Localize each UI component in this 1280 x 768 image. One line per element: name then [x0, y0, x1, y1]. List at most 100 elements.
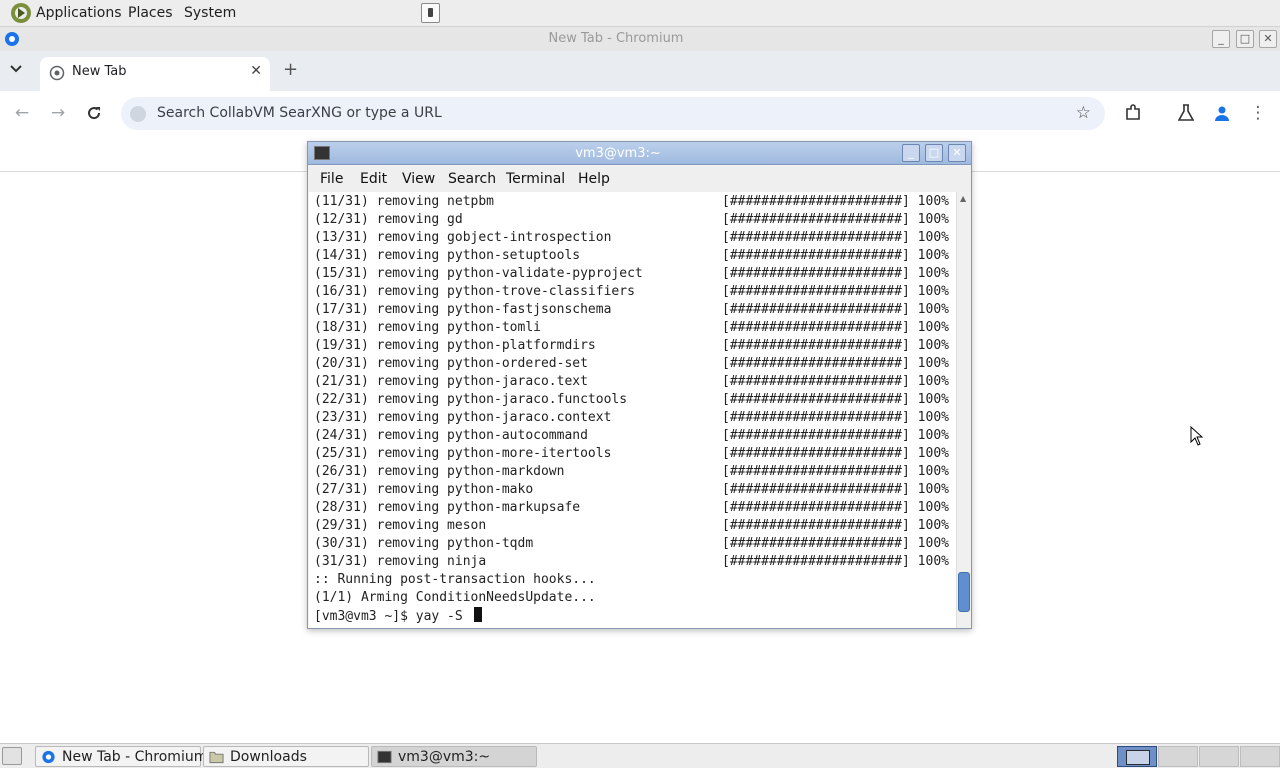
terminal-window[interactable]: vm3@vm3:~ _ □ ✕ File Edit View Search Te… [307, 141, 972, 629]
workspace-3[interactable] [1199, 746, 1239, 767]
menu-terminal[interactable]: Terminal [506, 171, 565, 187]
terminal-menubar: File Edit View Search Terminal Help [308, 166, 971, 192]
progress-bar-text: [######################] 100% [722, 464, 949, 479]
terminal-line: (19/31) removing python-platformdirs [314, 338, 596, 353]
progress-bar-text: [######################] 100% [722, 428, 949, 443]
progress-bar-text: [######################] 100% [722, 266, 949, 281]
labs-flask-icon[interactable] [1175, 102, 1197, 124]
progress-bar-text: [######################] 100% [722, 302, 949, 317]
terminal-line: (15/31) removing python-validate-pyproje… [314, 266, 643, 281]
menu-file[interactable]: File [320, 171, 343, 187]
workspace-1[interactable] [1117, 746, 1157, 767]
progress-bar-text: [######################] 100% [722, 338, 949, 353]
terminal-line: (22/31) removing python-jaraco.functools [314, 392, 628, 407]
scroll-up-arrow-icon[interactable]: ▲ [960, 194, 966, 203]
applications-logo-icon[interactable] [10, 2, 32, 24]
progress-bar-text: [######################] 100% [722, 320, 949, 335]
taskbar-item-terminal[interactable]: vm3@vm3:~ [371, 746, 537, 767]
workspace-4[interactable] [1240, 746, 1280, 767]
address-bar-placeholder: Search CollabVM SearXNG or type a URL [157, 105, 442, 121]
progress-bar-text: [######################] 100% [722, 284, 949, 299]
progress-bar-text: [######################] 100% [722, 356, 949, 371]
back-arrow-icon[interactable]: ← [11, 102, 33, 124]
extensions-puzzle-icon[interactable] [1122, 102, 1144, 124]
terminal-prompt[interactable]: [vm3@vm3 ~]$ yay -S [314, 607, 482, 625]
folder-icon [209, 751, 224, 764]
maximize-button[interactable]: □ [1236, 30, 1254, 48]
progress-bar-text: [######################] 100% [722, 248, 949, 263]
terminal-title: vm3@vm3:~ [575, 146, 661, 161]
terminal-line: (26/31) removing python-markdown [314, 464, 565, 479]
mouse-pointer-icon [1190, 426, 1204, 446]
address-bar[interactable]: Search CollabVM SearXNG or type a URL ☆ [121, 97, 1105, 130]
scrollbar-thumb[interactable] [958, 572, 970, 612]
progress-bar-text: [######################] 100% [722, 500, 949, 515]
progress-bar-text: [######################] 100% [722, 554, 949, 569]
top-panel: Applications Places System [0, 0, 1280, 27]
workspace-2[interactable] [1158, 746, 1198, 767]
bottom-panel: New Tab - Chromium Downloads vm3@vm3:~ [0, 743, 1280, 768]
show-desktop-icon[interactable] [2, 747, 22, 765]
forward-arrow-icon[interactable]: → [47, 102, 69, 124]
bookmark-star-icon[interactable]: ☆ [1076, 103, 1091, 123]
terminal-maximize-button[interactable]: □ [925, 144, 943, 162]
reload-icon[interactable] [83, 102, 105, 124]
terminal-line: (12/31) removing gd [314, 212, 463, 227]
kebab-menu-icon[interactable]: ⋮ [1247, 102, 1269, 124]
progress-bar-text: [######################] 100% [722, 194, 949, 209]
taskbar-label: Downloads [230, 749, 307, 765]
terminal-line: (1/1) Arming ConditionNeedsUpdate... [314, 590, 596, 605]
prompt-text: [vm3@vm3 ~]$ yay -S [314, 609, 471, 624]
panel-applet-icon[interactable] [421, 3, 440, 23]
terminal-scrollbar[interactable]: ▲ [956, 192, 971, 628]
terminal-line: (25/31) removing python-more-itertools [314, 446, 612, 461]
progress-bar-text: [######################] 100% [722, 230, 949, 245]
chromium-titlebar: New Tab - Chromium _ □ ✕ [0, 27, 1280, 51]
terminal-line: (29/31) removing meson [314, 518, 487, 533]
progress-bar-text: [######################] 100% [722, 212, 949, 227]
terminal-line: (28/31) removing python-markupsafe [314, 500, 581, 515]
terminal-line: (14/31) removing python-setuptools [314, 248, 581, 263]
taskbar-label: New Tab - Chromium [62, 749, 208, 765]
terminal-line: (21/31) removing python-jaraco.text [314, 374, 588, 389]
taskbar-label: vm3@vm3:~ [398, 749, 491, 765]
terminal-line: (24/31) removing python-autocommand [314, 428, 588, 443]
progress-bar-text: [######################] 100% [722, 482, 949, 497]
close-window-button[interactable]: ✕ [1259, 30, 1277, 48]
globe-icon [49, 65, 65, 81]
minimize-button[interactable]: _ [1212, 30, 1230, 48]
taskbar-item-chromium[interactable]: New Tab - Chromium [35, 746, 207, 767]
chromium-icon [42, 750, 55, 764]
search-engine-icon [130, 106, 146, 122]
menu-view[interactable]: View [402, 171, 435, 187]
terminal-line: (27/31) removing python-mako [314, 482, 534, 497]
terminal-line: (13/31) removing gobject-introspection [314, 230, 612, 245]
taskbar-item-downloads[interactable]: Downloads [203, 746, 369, 767]
terminal-minimize-button[interactable]: _ [902, 144, 920, 162]
system-menu[interactable]: System [184, 5, 236, 21]
tab-strip: New Tab ✕ + [0, 51, 1280, 91]
new-tab-plus-icon[interactable]: + [283, 59, 298, 80]
progress-bar-text: [######################] 100% [722, 536, 949, 551]
applications-menu[interactable]: Applications [36, 5, 122, 21]
terminal-line: (31/31) removing ninja [314, 554, 487, 569]
places-menu[interactable]: Places [128, 5, 173, 21]
progress-bar-text: [######################] 100% [722, 518, 949, 533]
profile-avatar-icon[interactable] [1211, 102, 1233, 124]
tab-close-icon[interactable]: ✕ [250, 63, 262, 79]
progress-bar-text: [######################] 100% [722, 410, 949, 425]
chromium-window-title: New Tab - Chromium [548, 31, 684, 46]
terminal-output[interactable]: (11/31) removing netpbm [################… [309, 192, 956, 628]
terminal-line: :: Running post-transaction hooks... [314, 572, 596, 587]
terminal-close-button[interactable]: ✕ [948, 144, 966, 162]
menu-help[interactable]: Help [578, 171, 610, 187]
menu-edit[interactable]: Edit [360, 171, 387, 187]
terminal-titlebar[interactable]: vm3@vm3:~ _ □ ✕ [308, 142, 971, 165]
text-cursor [473, 607, 482, 622]
progress-bar-text: [######################] 100% [722, 446, 949, 461]
progress-bar-text: [######################] 100% [722, 374, 949, 389]
tab-search-chevron-icon[interactable] [10, 62, 30, 82]
terminal-icon [377, 750, 392, 764]
menu-search[interactable]: Search [448, 171, 496, 187]
tab-new-tab[interactable]: New Tab ✕ [40, 57, 270, 91]
